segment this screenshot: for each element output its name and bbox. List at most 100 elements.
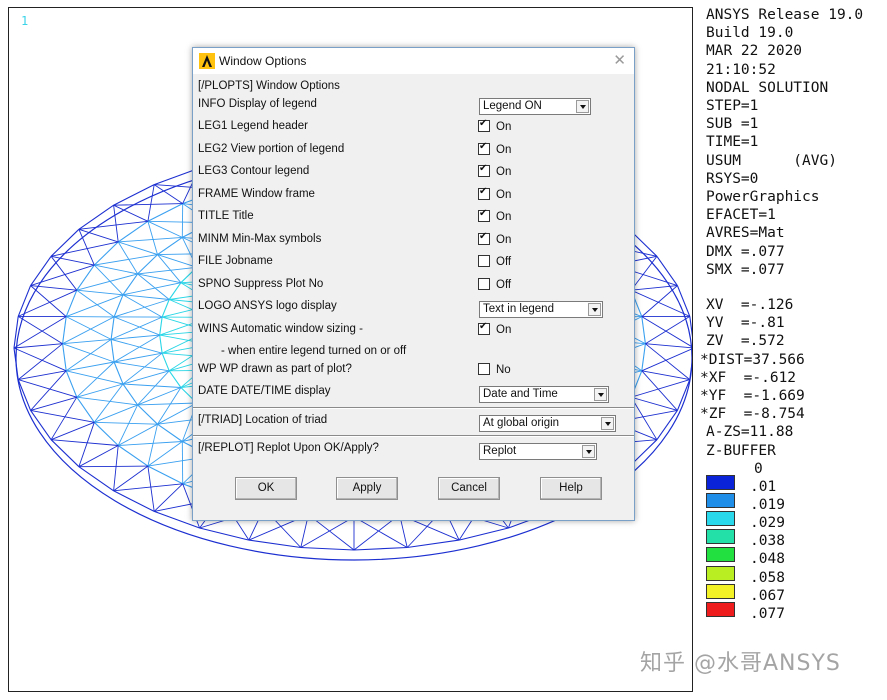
checked-icon[interactable] — [478, 208, 490, 222]
option-label: DATE/TIME display — [231, 385, 331, 397]
legend-view-line: *ZF =-8.754 — [700, 406, 805, 423]
mesh-edge — [76, 396, 138, 406]
mesh-edge — [94, 264, 138, 275]
legend-header-line: SUB =1 — [706, 116, 759, 133]
option-code: WP — [198, 363, 217, 375]
option-checkbox[interactable]: No — [478, 363, 511, 376]
option-row: SPNO Suppress Plot No — [198, 278, 323, 290]
option-checkbox[interactable]: Off — [478, 278, 511, 291]
option-code: MINM — [198, 233, 229, 245]
mesh-edge — [62, 343, 115, 363]
option-code: LEG1 — [198, 120, 228, 132]
checked-icon[interactable] — [478, 186, 490, 200]
unchecked-icon[interactable] — [478, 278, 490, 290]
option-checkbox[interactable]: On — [478, 118, 511, 133]
mesh-edge — [51, 439, 119, 446]
chevron-down-icon — [576, 100, 589, 113]
checkbox-state-label: On — [496, 166, 512, 178]
checkbox-state-label: Off — [496, 279, 512, 291]
legend-view-line: ZV =.572 — [706, 333, 785, 350]
triad-location-value: At global origin — [483, 417, 560, 429]
contour-swatch — [706, 565, 735, 581]
mesh-edge — [66, 370, 124, 385]
mesh-edge — [13, 343, 63, 349]
legend-header-line: ANSYS Release 19.0 — [706, 7, 864, 23]
mesh-edge — [113, 205, 119, 242]
legend-view-line: YV =-.81 — [706, 315, 785, 332]
mesh-edge — [157, 402, 198, 425]
option-checkbox[interactable]: On — [478, 321, 511, 336]
close-icon[interactable]: ✕ — [613, 51, 626, 69]
option-code: FILE — [198, 255, 223, 267]
mesh-edge — [50, 228, 80, 257]
triad-location-select[interactable]: At global origin — [479, 415, 616, 432]
replot-value: Replot — [483, 445, 517, 457]
replot-label: [/REPLOT] Replot Upon OK/Apply? — [198, 442, 379, 454]
option-row: WP WP drawn as part of plot? — [198, 363, 352, 375]
ok-button[interactable]: OK — [235, 477, 297, 500]
mesh-edge — [62, 316, 67, 344]
option-checkbox[interactable]: On — [478, 141, 511, 156]
mesh-edge — [50, 256, 78, 291]
mesh-edge — [93, 264, 124, 296]
mesh-edge — [147, 184, 155, 222]
mesh-edge — [137, 266, 197, 275]
mesh-edge — [645, 343, 691, 380]
mesh-edge — [18, 379, 77, 398]
unchecked-icon[interactable] — [478, 363, 490, 375]
mesh-edge — [137, 404, 158, 425]
option-code: FRAME — [198, 188, 239, 200]
mesh-edge — [66, 294, 124, 318]
checked-icon[interactable] — [478, 163, 490, 177]
mesh-edge — [656, 410, 678, 441]
cancel-button[interactable]: Cancel — [438, 477, 500, 500]
checkbox-state-label: Off — [496, 256, 512, 268]
checked-icon[interactable] — [478, 231, 490, 245]
mesh-edge — [122, 383, 181, 388]
replot-select[interactable]: Replot — [479, 443, 597, 460]
mesh-edge — [161, 352, 170, 372]
mesh-edge — [17, 343, 63, 380]
option-row: LEG3 Contour legend — [198, 165, 309, 177]
option-checkbox[interactable]: On — [478, 186, 511, 201]
dialog-title-bar[interactable]: Window Options ✕ — [193, 48, 634, 74]
logo-display-select[interactable]: Text in legend — [479, 301, 603, 318]
option-row: LEG2 View portion of legend — [198, 143, 344, 155]
unchecked-icon[interactable] — [478, 255, 490, 267]
option-checkbox[interactable]: Off — [478, 255, 511, 268]
option-checkbox[interactable]: On — [478, 163, 512, 178]
mesh-edge — [159, 335, 163, 354]
contour-value-label: .019 — [750, 497, 785, 514]
checked-icon[interactable] — [478, 141, 490, 155]
option-row: INFO Display of legend — [198, 98, 317, 110]
mesh-edge — [76, 289, 124, 296]
mesh-edge — [122, 370, 170, 385]
mesh-edge — [147, 203, 183, 222]
mesh-edge — [353, 546, 408, 551]
checked-icon[interactable] — [478, 118, 490, 132]
mesh-edge — [122, 282, 181, 296]
mesh-edge — [113, 465, 149, 492]
option-row: LOGO ANSYS logo display — [198, 300, 337, 312]
option-checkbox[interactable]: On — [478, 208, 511, 223]
legend-display-select[interactable]: Legend ON — [479, 98, 591, 115]
legend-header-line: TIME=1 — [706, 134, 759, 151]
mesh-edge — [110, 338, 163, 354]
option-label: Jobname — [225, 255, 273, 267]
legend-header-line: RSYS=0 — [706, 170, 759, 187]
legend-view-line: Z-BUFFER — [706, 442, 776, 459]
mesh-edge — [159, 317, 163, 336]
mesh-edge — [630, 256, 658, 291]
mesh-edge — [157, 254, 197, 268]
help-button[interactable]: Help — [540, 477, 602, 500]
mesh-edge — [117, 241, 138, 275]
legend-header-line: EFACET=1 — [706, 207, 776, 224]
contour-value-label: .058 — [750, 569, 785, 586]
checked-icon[interactable] — [478, 321, 490, 335]
option-label: Display of legend — [228, 98, 317, 110]
mesh-edge — [118, 241, 158, 256]
date-display-select[interactable]: Date and Time — [479, 386, 609, 403]
option-checkbox[interactable]: On — [478, 231, 511, 246]
legend-header-line: SMX =.077 — [706, 261, 785, 278]
apply-button[interactable]: Apply — [336, 477, 398, 500]
